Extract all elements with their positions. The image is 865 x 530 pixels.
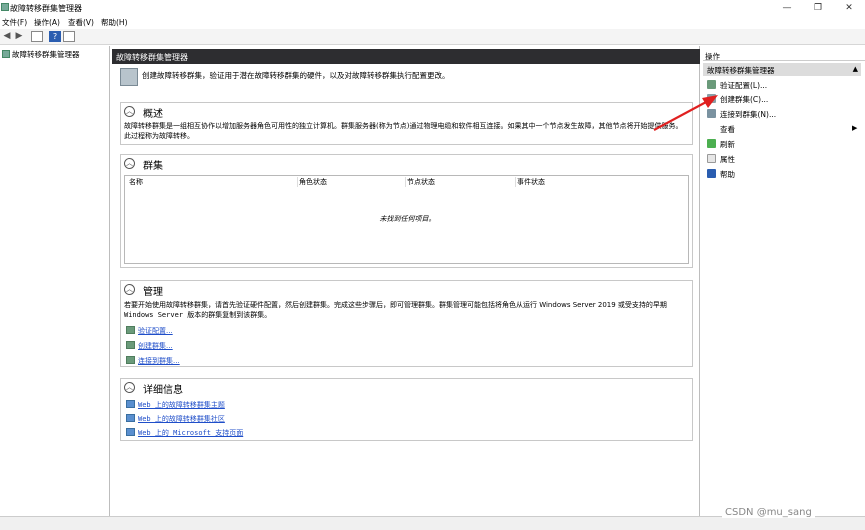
title-bar: 故障转移群集管理器 — ❐ ✕ xyxy=(0,0,865,16)
submenu-arrow-icon: ▶ xyxy=(852,124,858,132)
management-section: ︿ 管理 若要开始使用故障转移群集，请首先验证硬件配置，然后创建群集。完成这些步… xyxy=(120,280,693,367)
validate-icon xyxy=(707,80,716,89)
web-icon xyxy=(126,414,135,422)
actions-header: 操作 xyxy=(703,49,865,61)
actions-pane: 操作 故障转移群集管理器 ▲ 验证配置(L)... 创建群集(C)... 连接到… xyxy=(703,46,865,516)
create-cluster-icon xyxy=(126,341,135,349)
overview-desc: 故障转移群集是一组相互协作以增加服务器角色可用性的独立计算机。群集服务器(称为节… xyxy=(124,122,683,140)
details-section: ︿ 详细信息 Web 上的故障转移群集主题 Web 上的故障转移群集社区 Web… xyxy=(120,378,693,441)
status-bar xyxy=(0,516,865,530)
toolbar: ◀ ▶ ? xyxy=(0,29,865,45)
collapse-up-icon[interactable]: ▲ xyxy=(853,65,858,73)
web-icon xyxy=(126,428,135,436)
center-header: 故障转移群集管理器 xyxy=(112,49,700,64)
collapse-icon[interactable]: ︿ xyxy=(124,106,135,117)
intro-text: 创建故障转移群集，验证用于潜在故障转移群集的硬件，以及对故障转移群集执行配置更改… xyxy=(142,71,450,80)
column-header-role-status[interactable]: 角色状态 xyxy=(299,177,327,187)
watermark: CSDN @mu_sang xyxy=(722,507,815,518)
collapse-icon[interactable]: ︿ xyxy=(124,158,135,169)
connect-icon xyxy=(126,356,135,364)
center-pane: 故障转移群集管理器 创建故障转移群集，验证用于潜在故障转移群集的硬件，以及对故障… xyxy=(112,46,700,516)
menu-action[interactable]: 操作(A) xyxy=(34,17,60,28)
action-help[interactable]: 帮助 xyxy=(707,169,735,180)
action-properties[interactable]: 属性 xyxy=(707,154,735,165)
menu-file[interactable]: 文件(F) xyxy=(2,17,27,28)
cluster-servers-icon xyxy=(120,68,138,86)
web-support-link[interactable]: Web 上的 Microsoft 支持页面 xyxy=(126,428,243,438)
clusters-title: 群集 xyxy=(143,161,163,172)
restore-button[interactable]: ❐ xyxy=(807,1,829,15)
refresh-icon xyxy=(707,139,716,148)
overview-section: ︿ 概述 故障转移群集是一组相互协作以增加服务器角色可用性的独立计算机。群集服务… xyxy=(120,102,693,145)
app-icon xyxy=(1,3,9,11)
collapse-icon[interactable]: ︿ xyxy=(124,284,135,295)
window-title: 故障转移群集管理器 xyxy=(10,4,82,13)
console-tree: 故障转移群集管理器 xyxy=(0,46,110,516)
cluster-manager-icon xyxy=(2,50,10,58)
actions-subheader[interactable]: 故障转移群集管理器 ▲ xyxy=(703,63,861,76)
back-arrow-icon[interactable]: ◀ xyxy=(1,31,13,42)
menu-help[interactable]: 帮助(H) xyxy=(101,17,128,28)
validate-icon xyxy=(126,326,135,334)
console-tree-icon[interactable] xyxy=(31,31,43,42)
tree-node-label: 故障转移群集管理器 xyxy=(12,50,80,59)
management-desc-line2: Windows Server 版本的群集复制到该群集。 xyxy=(124,311,272,319)
web-icon xyxy=(126,400,135,408)
close-button[interactable]: ✕ xyxy=(838,1,860,15)
help-icon[interactable]: ? xyxy=(49,31,61,42)
properties-icon xyxy=(707,154,716,163)
clusters-table: 名称 角色状态 节点状态 事件状态 未找到任何项目。 xyxy=(124,175,689,264)
create-cluster-link[interactable]: 创建群集... xyxy=(126,341,173,351)
details-title: 详细信息 xyxy=(143,385,183,396)
clusters-section: ︿ 群集 名称 角色状态 节点状态 事件状态 未找到任何项目。 xyxy=(120,154,693,268)
web-topics-link[interactable]: Web 上的故障转移群集主题 xyxy=(126,400,225,410)
web-community-link[interactable]: Web 上的故障转移群集社区 xyxy=(126,414,225,424)
column-header-name[interactable]: 名称 xyxy=(129,177,143,187)
collapse-icon[interactable]: ︿ xyxy=(124,382,135,393)
action-refresh[interactable]: 刷新 xyxy=(707,139,735,150)
empty-message: 未找到任何项目。 xyxy=(379,215,436,223)
connect-cluster-link[interactable]: 连接到群集... xyxy=(126,356,180,366)
forward-arrow-icon[interactable]: ▶ xyxy=(13,31,25,42)
management-title: 管理 xyxy=(143,287,163,298)
tree-node-root[interactable]: 故障转移群集管理器 xyxy=(2,49,80,60)
validate-config-link[interactable]: 验证配置... xyxy=(126,326,173,336)
overview-title: 概述 xyxy=(143,109,163,120)
action-pane-icon[interactable] xyxy=(63,31,75,42)
minimize-button[interactable]: — xyxy=(776,1,798,15)
column-header-event-status[interactable]: 事件状态 xyxy=(517,177,545,187)
column-header-node-status[interactable]: 节点状态 xyxy=(407,177,435,187)
management-desc-line1: 若要开始使用故障转移群集，请首先验证硬件配置，然后创建群集。完成这些步骤后，即可… xyxy=(124,301,667,309)
intro: 创建故障转移群集，验证用于潜在故障转移群集的硬件，以及对故障转移群集执行配置更改… xyxy=(120,68,690,88)
help-icon xyxy=(707,169,716,178)
menu-bar: 文件(F) 操作(A) 查看(V) 帮助(H) xyxy=(0,16,865,29)
annotation-arrow-icon xyxy=(653,95,718,131)
menu-view[interactable]: 查看(V) xyxy=(68,17,94,28)
